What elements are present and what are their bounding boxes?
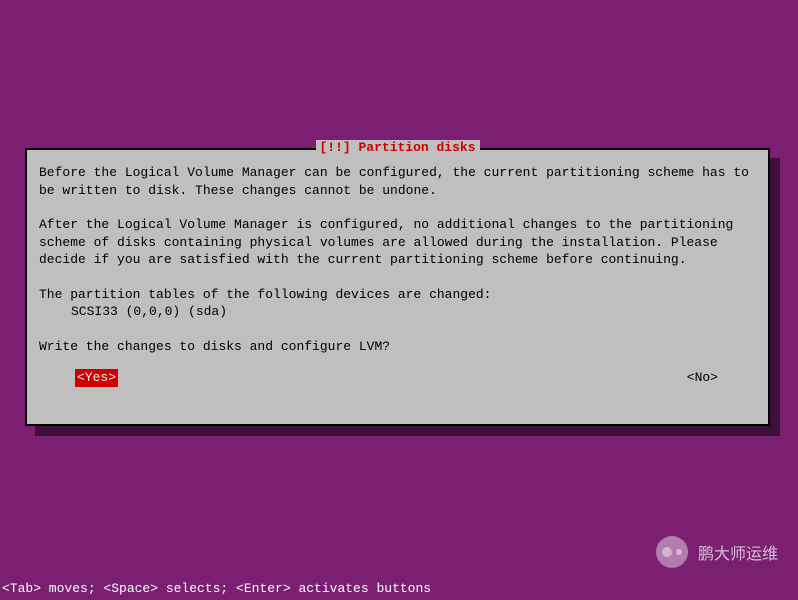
watermark: 鹏大师运维 — [656, 536, 778, 568]
watermark-text: 鹏大师运维 — [698, 540, 778, 564]
no-button[interactable]: <No> — [685, 369, 720, 387]
yes-button[interactable]: <Yes> — [75, 369, 118, 387]
wechat-icon — [656, 536, 688, 568]
partition-dialog: [!!] Partition disks Before the Logical … — [25, 148, 770, 426]
dialog-title-text: [!!] Partition disks — [319, 140, 475, 155]
dialog-paragraph-2: After the Logical Volume Manager is conf… — [39, 216, 756, 269]
dialog-paragraph-1: Before the Logical Volume Manager can be… — [39, 164, 756, 199]
keyboard-hint: <Tab> moves; <Space> selects; <Enter> ac… — [2, 581, 431, 596]
dialog-content: Before the Logical Volume Manager can be… — [27, 150, 768, 401]
dialog-title: [!!] Partition disks — [315, 140, 479, 155]
devices-block: The partition tables of the following de… — [39, 286, 756, 321]
dialog-question: Write the changes to disks and configure… — [39, 338, 756, 356]
devices-intro: The partition tables of the following de… — [39, 287, 491, 302]
button-row: <Yes> <No> — [39, 369, 756, 387]
device-entry: SCSI33 (0,0,0) (sda) — [39, 303, 756, 321]
